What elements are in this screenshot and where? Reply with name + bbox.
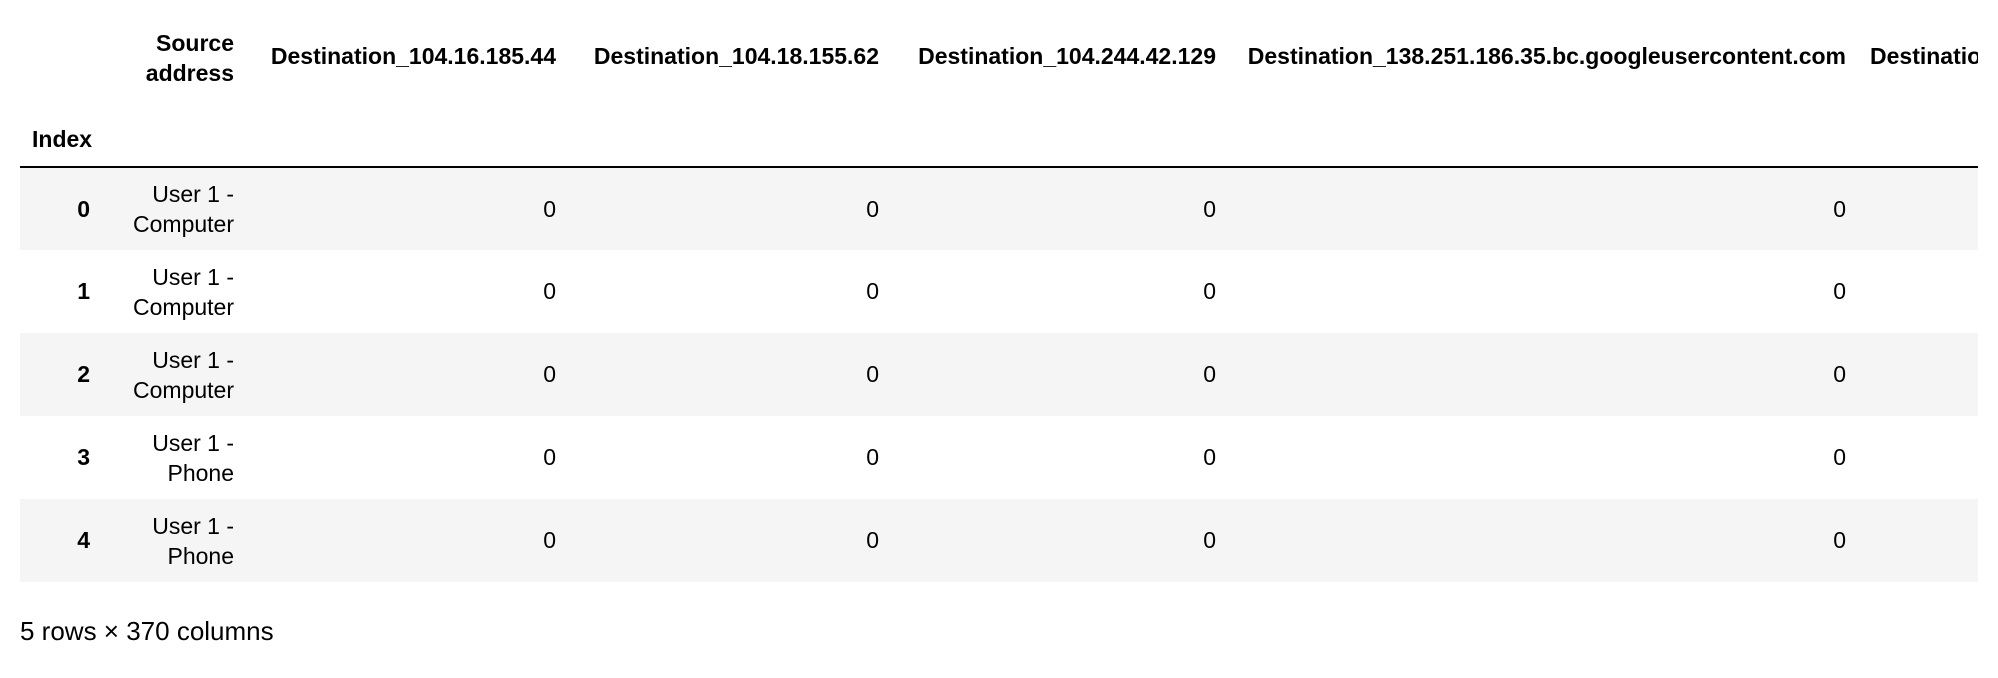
source-address-cell: User 1 - Computer bbox=[133, 263, 234, 320]
destination-value-cell: 0 bbox=[543, 278, 556, 304]
destination-value-cell: 0 bbox=[1833, 527, 1846, 553]
source-address-cell: User 1 - Computer bbox=[133, 181, 234, 237]
row-index-cell: 4 bbox=[77, 527, 90, 553]
destination-value-cell: 0 bbox=[1203, 278, 1216, 304]
destination-value-cell: 0 bbox=[1833, 278, 1846, 304]
index-name-label: Index bbox=[20, 112, 102, 168]
table-row: 0 User 1 - Computer 0 0 0 0 bbox=[20, 167, 1978, 250]
index-header-empty bbox=[568, 112, 891, 168]
destination-value-cell bbox=[1858, 416, 1978, 499]
destination-value-cell: 0 bbox=[866, 527, 879, 553]
destination-value-cell: 0 bbox=[1203, 527, 1216, 553]
row-index-cell: 2 bbox=[77, 361, 90, 387]
destination-value-cell: 0 bbox=[543, 361, 556, 387]
destination-value-cell: 0 bbox=[1203, 361, 1216, 387]
index-header-empty bbox=[102, 112, 246, 168]
destination-value-cell: 0 bbox=[1203, 444, 1216, 470]
dataframe-shape-summary: 5 rows × 370 columns bbox=[20, 616, 274, 646]
table-row: 1 User 1 - Computer 0 0 0 0 bbox=[20, 250, 1978, 333]
table-row: 2 User 1 - Computer 0 0 0 0 bbox=[20, 333, 1978, 416]
destination-value-cell bbox=[1858, 167, 1978, 250]
row-index-cell: 0 bbox=[77, 195, 90, 222]
destination-value-cell: 0 bbox=[543, 527, 556, 553]
destination-value-cell bbox=[1858, 250, 1978, 333]
index-header-empty bbox=[246, 112, 568, 168]
table-row: 4 User 1 - Phone 0 0 0 0 bbox=[20, 499, 1978, 582]
row-index-cell: 3 bbox=[77, 444, 90, 470]
dataframe-output: Source address Destination_104.16.185.44… bbox=[20, 0, 1978, 600]
destination-value-cell: 0 bbox=[1203, 195, 1216, 222]
destination-value-cell: 0 bbox=[866, 361, 879, 387]
destination-value-cell bbox=[1858, 333, 1978, 416]
destination-value-cell: 0 bbox=[1833, 195, 1846, 222]
index-header-empty bbox=[891, 112, 1228, 168]
destination-value-cell bbox=[1858, 499, 1978, 582]
dataframe-table: Source address Destination_104.16.185.44… bbox=[20, 0, 1978, 582]
destination-value-cell: 0 bbox=[543, 444, 556, 470]
index-header-row: Index bbox=[20, 112, 1978, 168]
destination-value-cell: 0 bbox=[543, 195, 556, 222]
destination-value-cell: 0 bbox=[1833, 444, 1846, 470]
source-address-cell: User 1 - Phone bbox=[152, 512, 234, 569]
column-header-row: Source address Destination_104.16.185.44… bbox=[20, 0, 1978, 112]
index-corner-cell bbox=[20, 0, 102, 112]
destination-value-cell: 0 bbox=[866, 195, 879, 222]
column-header-destination: Destination_138.251.186.35.bc.googleuser… bbox=[1247, 42, 1846, 69]
source-address-cell: User 1 - Phone bbox=[152, 429, 234, 486]
column-header-source-address: Source address bbox=[145, 30, 234, 86]
destination-value-cell: 0 bbox=[866, 278, 879, 304]
destination-value-cell: 0 bbox=[1833, 361, 1846, 387]
source-address-cell: User 1 - Computer bbox=[133, 346, 234, 403]
column-header-destination: Destination_104.244.42.129 bbox=[918, 42, 1216, 69]
column-header-destination: Destination_104.16.185.44 bbox=[270, 42, 556, 69]
row-index-cell: 1 bbox=[77, 278, 90, 304]
column-header-destination: Destination_104.18.155.62 bbox=[593, 42, 879, 69]
index-header-empty bbox=[1858, 112, 1978, 168]
table-row: 3 User 1 - Phone 0 0 0 0 bbox=[20, 416, 1978, 499]
destination-value-cell: 0 bbox=[866, 444, 879, 470]
column-header-destination-truncated: Destinatio bbox=[1870, 42, 1978, 69]
index-header-empty bbox=[1228, 112, 1858, 168]
